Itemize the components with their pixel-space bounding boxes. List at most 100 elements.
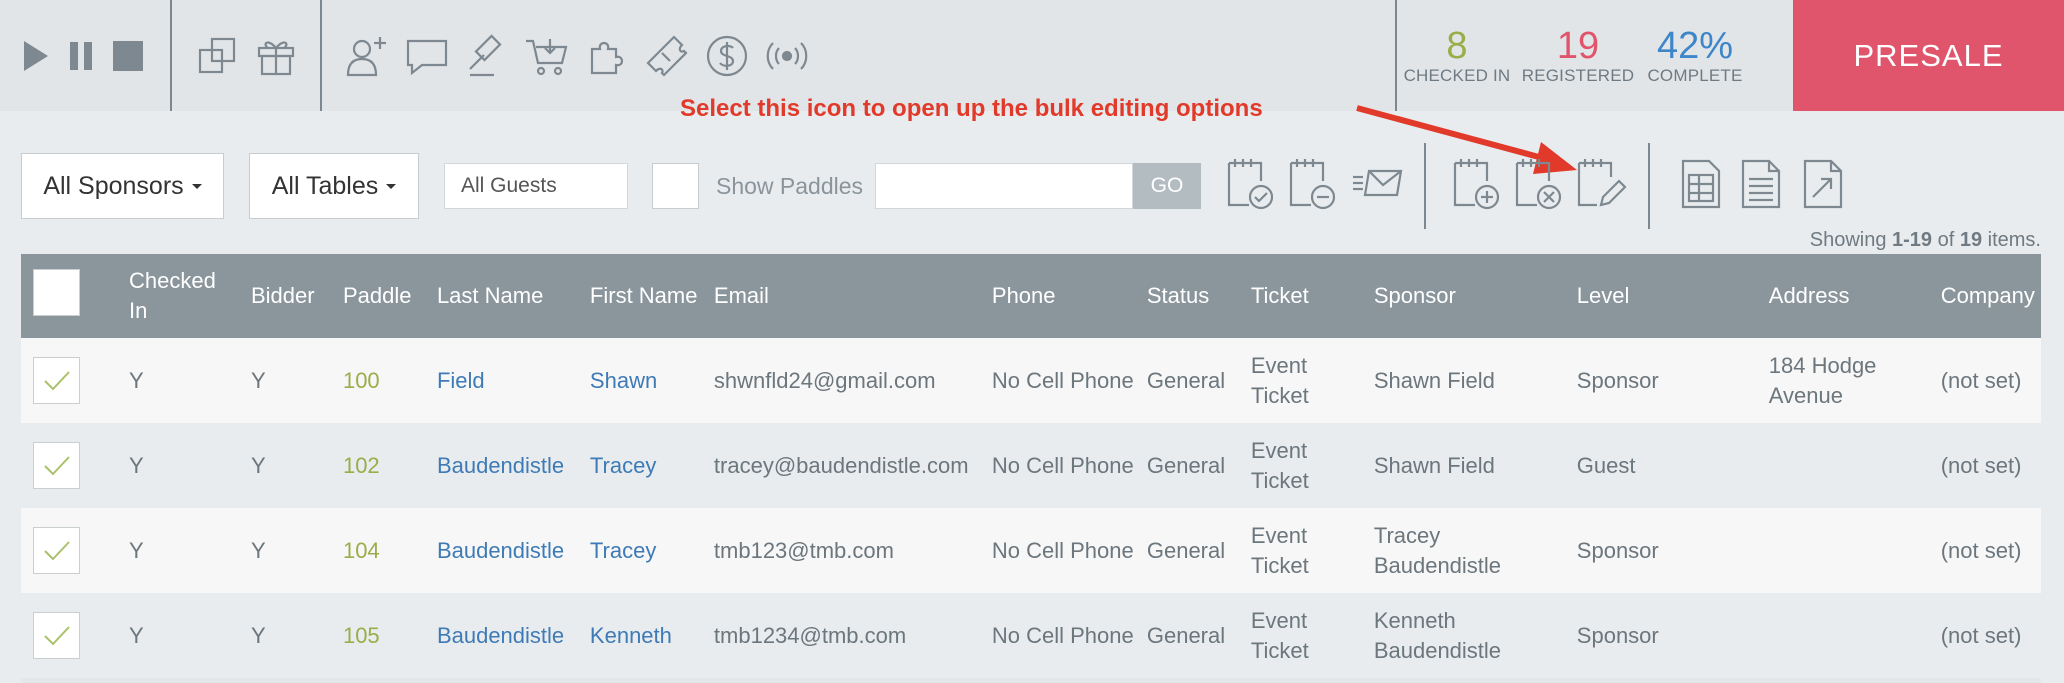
table-row[interactable]: Y Y 100 Field Shawn shwnfld24@gmail.com … [21, 338, 2041, 423]
play-icon[interactable] [20, 38, 52, 74]
spreadsheet-icon[interactable] [1672, 154, 1730, 214]
select-all-checkbox[interactable] [33, 268, 80, 316]
ticket-icon[interactable] [644, 33, 690, 79]
row-select-cell [21, 508, 123, 593]
address-cell: 184 Hodge Avenue [1768, 352, 1877, 408]
add-user-icon[interactable] [344, 33, 390, 79]
row-checkbox[interactable] [33, 612, 80, 659]
next-row-edge [21, 678, 2041, 683]
column-header[interactable]: First Name [584, 254, 708, 338]
checked-in-label: CHECKED IN [1403, 65, 1511, 85]
tables-dropdown[interactable]: All Tables [249, 153, 419, 219]
ticket-cell: Event Ticket [1250, 522, 1309, 578]
address-cell [1763, 423, 1935, 508]
column-header[interactable]: Ticket [1245, 254, 1368, 338]
column-header[interactable]: Company [1935, 254, 2041, 338]
phone-cell: No Cell Phone [991, 537, 1134, 563]
column-header[interactable]: Level [1571, 254, 1763, 338]
show-paddles-checkbox[interactable] [652, 163, 699, 209]
send-mail-icon[interactable] [1348, 154, 1406, 214]
first-name-link[interactable]: Kenneth [584, 593, 708, 678]
table-row[interactable]: Y Y 105 Baudendistle Kenneth tmb1234@tmb… [21, 593, 2041, 678]
first-name-link[interactable]: Tracey [584, 508, 708, 593]
pause-icon[interactable] [66, 38, 96, 74]
checked-in-cell: Y [128, 452, 144, 478]
sponsor-cell: Kenneth Baudendistle [1373, 607, 1502, 663]
column-header[interactable]: Paddle [337, 254, 431, 338]
search-input[interactable] [875, 163, 1133, 209]
column-header[interactable]: Email [708, 254, 986, 338]
last-name-link[interactable]: Field [431, 338, 584, 423]
status-cell: General [1146, 537, 1226, 563]
notepad-minus-icon[interactable] [1284, 154, 1342, 214]
notepad-edit-icon[interactable] [1572, 154, 1630, 214]
media-controls [20, 0, 146, 111]
first-name-link[interactable]: Tracey [584, 423, 708, 508]
email-cell: shwnfld24@gmail.com [713, 367, 936, 393]
checkmark-icon [43, 540, 70, 560]
notepad-add-icon[interactable] [1448, 154, 1506, 214]
company-cell: (not set) [1940, 537, 2022, 563]
pagination-summary: Showing 1-19 of 19 items. [1810, 229, 2041, 252]
row-checkbox[interactable] [33, 527, 80, 574]
paddle-cell: 102 [342, 452, 380, 478]
phone-cell: No Cell Phone [991, 367, 1134, 393]
status-cell: General [1146, 452, 1226, 478]
last-name-link[interactable]: Baudendistle [431, 423, 584, 508]
row-checkbox[interactable] [33, 357, 80, 404]
ticket-cell: Event Ticket [1250, 607, 1309, 663]
last-name-link[interactable]: Baudendistle [431, 508, 584, 593]
bidder-cell: Y [250, 537, 266, 563]
pagination-range: 1-19 [1892, 229, 1933, 251]
column-header[interactable]: Status [1141, 254, 1245, 338]
registered-label: REGISTERED [1521, 65, 1635, 85]
caret-down-icon [191, 183, 202, 189]
column-header[interactable]: Bidder [245, 254, 337, 338]
row-select-cell [21, 338, 123, 423]
email-cell: tracey@baudendistle.com [713, 452, 969, 478]
dollar-icon[interactable] [704, 33, 750, 79]
row-checkbox[interactable] [33, 442, 80, 489]
broadcast-icon[interactable] [764, 33, 810, 79]
sponsor-cell: Tracey Baudendistle [1373, 522, 1502, 578]
tables-dropdown-label: All Tables [271, 171, 379, 200]
column-header[interactable]: Phone [986, 254, 1141, 338]
table-row[interactable]: Y Y 104 Baudendistle Tracey tmb123@tmb.c… [21, 508, 2041, 593]
gavel-icon[interactable] [464, 33, 510, 79]
notepad-remove-icon[interactable] [1510, 154, 1568, 214]
copy-icon[interactable] [196, 34, 240, 78]
row-select-cell [21, 423, 123, 508]
first-name-link[interactable]: Shawn [584, 338, 708, 423]
chat-icon[interactable] [404, 33, 450, 79]
guests-select[interactable]: All Guests [444, 163, 628, 209]
presale-button[interactable]: PRESALE [1793, 0, 2064, 111]
stop-icon[interactable] [110, 38, 146, 74]
annotation-text: Select this icon to open up the bulk edi… [680, 95, 1263, 122]
column-header[interactable]: Sponsor [1368, 254, 1571, 338]
export-icon[interactable] [1794, 154, 1852, 214]
cart-icon[interactable] [524, 33, 570, 79]
group-two [196, 0, 298, 111]
bidder-cell: Y [250, 452, 266, 478]
ticket-cell: Event Ticket [1250, 352, 1309, 408]
column-header[interactable]: Last Name [431, 254, 584, 338]
checked-in-cell: Y [128, 537, 144, 563]
sponsors-dropdown[interactable]: All Sponsors [21, 153, 224, 219]
gift-icon[interactable] [254, 34, 298, 78]
pagination-total: 19 [1959, 229, 1983, 251]
pagination-middle: of [1932, 229, 1960, 251]
last-name-link[interactable]: Baudendistle [431, 593, 584, 678]
show-paddles-label: Show Paddles [716, 173, 864, 199]
company-cell: (not set) [1940, 367, 2022, 393]
column-header[interactable]: Checked In [123, 254, 245, 338]
go-button[interactable]: GO [1133, 163, 1201, 209]
caret-down-icon [386, 183, 397, 189]
table-row[interactable]: Y Y 102 Baudendistle Tracey tracey@baude… [21, 423, 2041, 508]
column-header[interactable]: Address [1763, 254, 1935, 338]
ticket-cell: Event Ticket [1250, 437, 1309, 493]
notepad-check-icon[interactable] [1222, 154, 1280, 214]
checked-in-cell: Y [128, 367, 144, 393]
document-icon[interactable] [1732, 154, 1790, 214]
puzzle-icon[interactable] [584, 33, 630, 79]
bidder-cell: Y [250, 367, 266, 393]
